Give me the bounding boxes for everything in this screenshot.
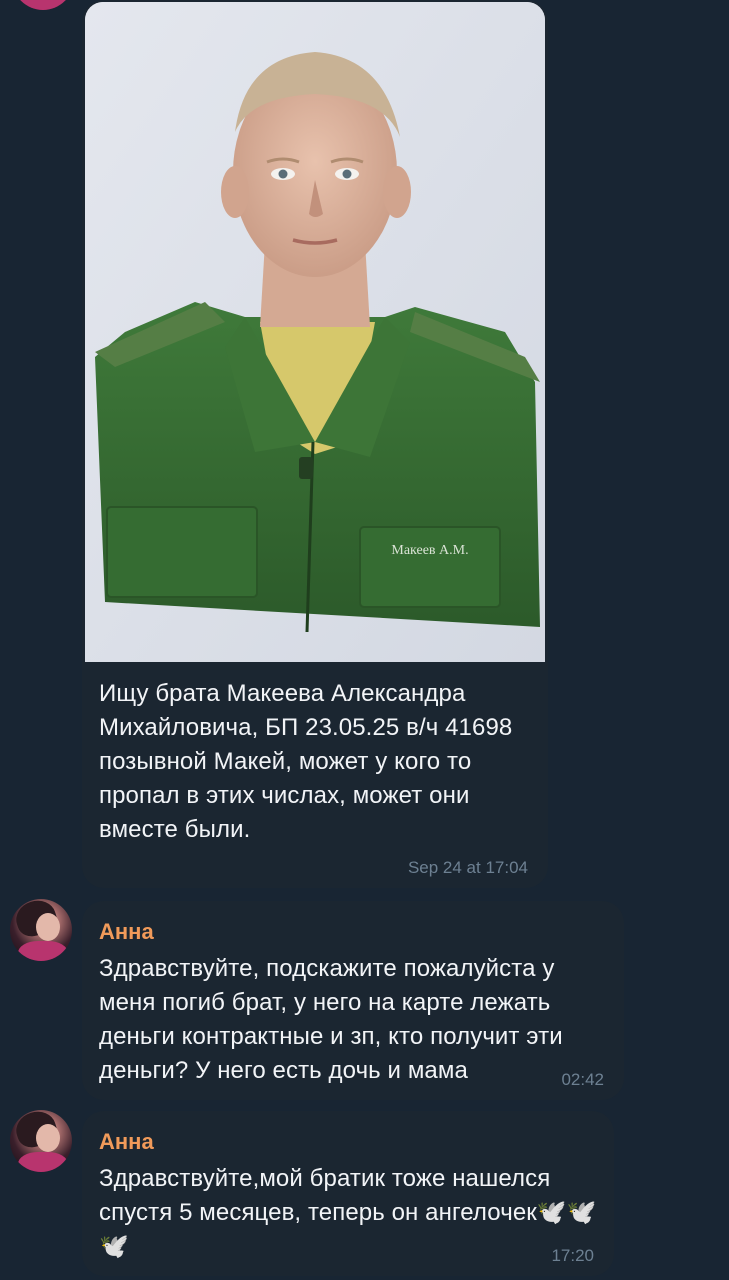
- message-bubble[interactable]: Анна Здравствуйте, подскажите пожалуйста…: [82, 901, 624, 1100]
- message-time: 02:42: [561, 1070, 604, 1089]
- message-text: Ищу брата Макеева Александра Михайловича…: [99, 680, 513, 843]
- message-text: Здравствуйте, подскажите пожалуйста у ме…: [99, 955, 563, 1084]
- message-author[interactable]: Анна: [99, 919, 154, 945]
- message-time: Sep 24 at 17:04: [407, 858, 528, 877]
- message-text: Здравствуйте,мой братик тоже нашелся спу…: [99, 1165, 597, 1260]
- name-tag: Макеев А.М.: [391, 543, 468, 558]
- message-time: 17:20: [551, 1246, 594, 1265]
- soldier-photo-illustration: Макеев А.М.: [85, 2, 545, 662]
- soldier-photo[interactable]: Макеев А.М.: [85, 2, 545, 662]
- message-bubble-photo[interactable]: Макеев А.М. Ищу брата Макеева Александра…: [82, 0, 548, 888]
- avatar-anna[interactable]: [10, 899, 72, 961]
- message-bubble[interactable]: Анна Здравствуйте,мой братик тоже нашелс…: [82, 1111, 614, 1276]
- avatar-anna[interactable]: [10, 1110, 72, 1172]
- message-author[interactable]: Анна: [99, 1129, 154, 1155]
- avatar-partial[interactable]: [12, 0, 74, 10]
